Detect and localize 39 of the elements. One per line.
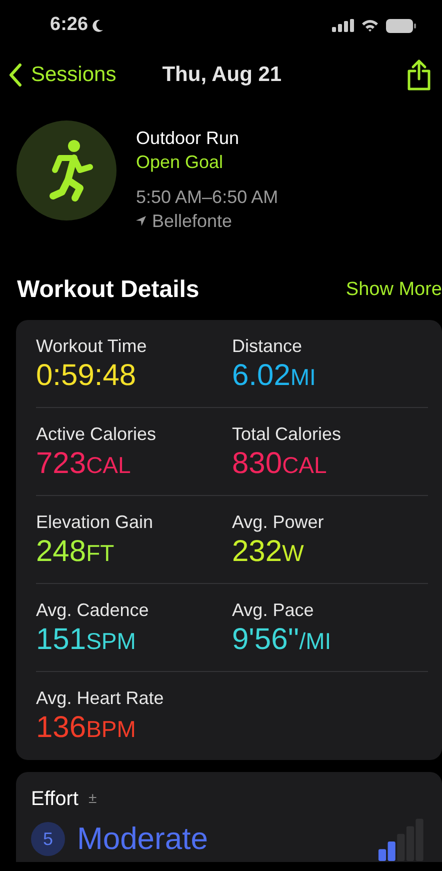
runner-icon	[16, 120, 117, 221]
share-icon[interactable]	[407, 59, 431, 91]
metric-value: 6.02MI	[232, 358, 317, 394]
metric-value: 830CAL	[232, 446, 328, 482]
metric-value: 9'56''/MI	[232, 622, 332, 658]
metric-value: 248FT	[36, 534, 116, 570]
metric-label: Avg. Cadence	[36, 599, 150, 622]
battery-icon	[386, 18, 416, 32]
effort-title: Effort	[31, 787, 78, 812]
metric-label: Avg. Heart Rate	[36, 687, 165, 710]
workout-goal: Open Goal	[136, 151, 224, 174]
metric-label: Elevation Gain	[36, 511, 154, 534]
adjust-symbol: ±	[88, 788, 97, 809]
location-arrow-icon	[136, 216, 146, 226]
wifi-icon	[361, 19, 379, 32]
metric-label: Distance	[232, 335, 304, 358]
status-time: 6:26	[50, 13, 88, 38]
nav-title: Thu, Aug 21	[162, 62, 282, 88]
location: Bellefonte	[152, 210, 232, 233]
metric-value: 723CAL	[36, 446, 132, 482]
time-range: 5:50 AM–6:50 AM	[136, 186, 278, 209]
back-button[interactable]: Sessions	[8, 59, 116, 91]
signal-icon	[332, 19, 354, 32]
metric-label: Active Calories	[36, 423, 158, 446]
metric-label: Total Calories	[232, 423, 342, 446]
metric-value: 0:59:48	[36, 358, 138, 394]
back-chevron-icon	[8, 63, 22, 87]
effort-rating: Moderate	[77, 820, 208, 858]
metric-value: 232W	[232, 534, 305, 570]
metric-label: Avg. Pace	[232, 599, 315, 622]
metric-label: Avg. Power	[232, 511, 325, 534]
metric-value: 136BPM	[36, 710, 137, 746]
effort-score: 5	[31, 822, 65, 856]
metric-label: Workout Time	[36, 335, 148, 358]
metric-value: 151SPM	[36, 622, 137, 658]
workout-name: Outdoor Run	[136, 127, 240, 150]
moon-icon	[92, 18, 104, 32]
show-more-link[interactable]: Show More	[346, 276, 442, 304]
section-title: Workout Details	[17, 275, 200, 305]
